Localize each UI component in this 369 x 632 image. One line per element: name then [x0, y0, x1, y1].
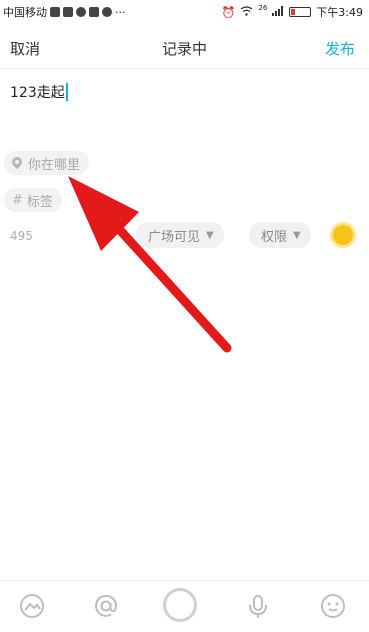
emoji-icon[interactable]: [318, 591, 348, 621]
bottom-toolbar: [0, 580, 369, 632]
mention-icon[interactable]: [91, 591, 121, 621]
record-button[interactable]: [163, 588, 197, 622]
annotation-arrow: [68, 176, 232, 353]
image-icon[interactable]: [17, 591, 47, 621]
mic-icon[interactable]: [243, 591, 273, 621]
